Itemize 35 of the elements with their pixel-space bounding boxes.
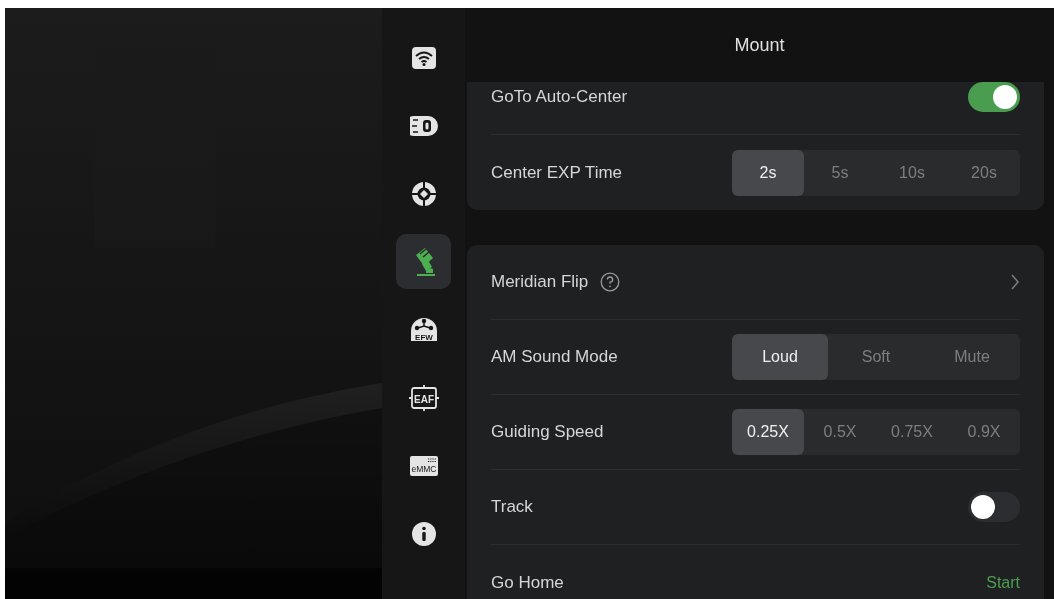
- segment-option[interactable]: Loud: [732, 334, 828, 380]
- page-title: Mount: [734, 33, 785, 57]
- toggle-switch[interactable]: [968, 492, 1020, 522]
- sidebar-tab[interactable]: EFW: [396, 302, 451, 357]
- toggle-switch[interactable]: [968, 82, 1020, 112]
- setting-label: AM Sound Mode: [491, 346, 618, 369]
- start-button[interactable]: Start: [986, 570, 1020, 595]
- chevron-right-icon[interactable]: [1010, 273, 1020, 291]
- setting-label: GoTo Auto-Center: [491, 86, 628, 109]
- segment-option[interactable]: 0.25X: [732, 409, 804, 455]
- segment-option[interactable]: Mute: [924, 334, 1020, 380]
- help-icon[interactable]: [600, 272, 621, 292]
- setting-label: Track: [491, 496, 533, 519]
- segment-option[interactable]: Soft: [828, 334, 924, 380]
- segment-option[interactable]: 5s: [804, 149, 876, 196]
- segment-option[interactable]: 20s: [948, 149, 1020, 196]
- lens-icon: [409, 113, 438, 138]
- wifi-icon: [410, 45, 437, 70]
- emmc-label: eMMC: [411, 463, 436, 474]
- segment-option[interactable]: 10s: [876, 149, 948, 196]
- efw-label: EFW: [414, 332, 433, 341]
- sidebar-tab[interactable]: [396, 234, 451, 289]
- eaf-label: EAF: [413, 393, 434, 404]
- segment-option[interactable]: 0.75X: [876, 409, 948, 455]
- crosshair-icon: [410, 180, 437, 207]
- setting-label: Go Home: [491, 571, 564, 594]
- segment-option[interactable]: 2s: [732, 149, 804, 196]
- setting-label: Meridian Flip: [491, 271, 589, 294]
- sidebar-tab[interactable]: EAF: [396, 370, 451, 425]
- setting-label: Center EXP Time: [491, 161, 623, 184]
- segment-option[interactable]: 0.9X: [948, 409, 1020, 455]
- setting-label: Guiding Speed: [491, 421, 604, 444]
- sidebar-tab[interactable]: eMMC: [396, 438, 451, 493]
- segment-option[interactable]: 0.5X: [804, 409, 876, 455]
- info-icon: [410, 520, 437, 547]
